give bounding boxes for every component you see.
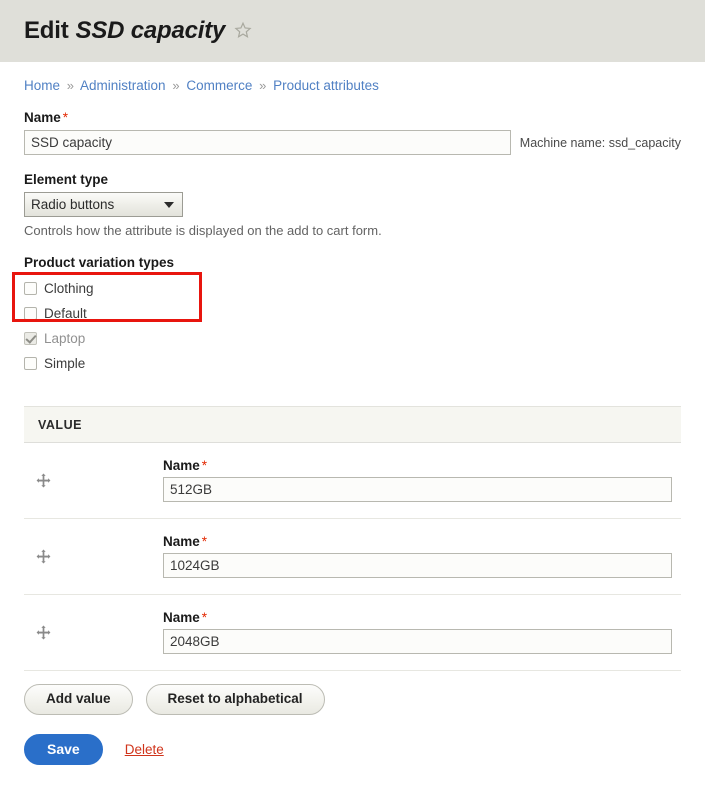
save-button[interactable]: Save xyxy=(24,733,103,766)
value-field: Name * xyxy=(163,458,681,502)
value-table: VALUE Name* Name* xyxy=(24,406,681,671)
name-field-label: Name * xyxy=(24,110,69,125)
edit-attribute-form: Name* Machine name: ssd_capacity Element… xyxy=(0,110,705,376)
page-title-prefix: Edit xyxy=(24,17,69,44)
page-title-entity: SSD capacity xyxy=(75,17,226,44)
checkbox-clothing[interactable] xyxy=(24,282,37,295)
breadcrumb-link-product-attributes[interactable]: Product attributes xyxy=(273,78,379,93)
element-type-help-text: Controls how the attribute is displayed … xyxy=(24,223,382,238)
breadcrumb-separator: » xyxy=(259,78,267,93)
checkbox-label-laptop: Laptop xyxy=(44,331,86,346)
product-variation-types-list: Clothing Default Laptop Simple xyxy=(24,276,681,376)
checkbox-row-default[interactable]: Default xyxy=(24,301,681,326)
checkbox-row-laptop: Laptop xyxy=(24,326,681,351)
required-marker: * xyxy=(201,458,208,473)
name-input[interactable] xyxy=(24,130,511,155)
checkbox-simple[interactable] xyxy=(24,357,37,370)
page-title: Edit SSD capacity xyxy=(24,17,252,45)
checkbox-label-clothing: Clothing xyxy=(44,281,94,296)
drag-cell xyxy=(24,548,163,564)
delete-link[interactable]: Delete xyxy=(125,742,164,757)
element-type-label: Element type xyxy=(24,172,109,187)
drag-cell xyxy=(24,472,163,488)
breadcrumb-link-administration[interactable]: Administration xyxy=(80,78,166,93)
product-variation-types-label: Product variation types xyxy=(24,255,175,270)
element-type-select-wrapper: Radio buttons xyxy=(24,192,183,217)
add-value-button[interactable]: Add value xyxy=(24,684,133,715)
form-footer: Save Delete xyxy=(24,733,705,766)
checkbox-label-simple: Simple xyxy=(44,356,86,371)
checkbox-laptop xyxy=(24,332,37,345)
move-cross-icon[interactable] xyxy=(36,548,51,564)
breadcrumb-separator: » xyxy=(66,78,75,93)
value-name-label: Name * xyxy=(163,534,208,549)
value-field: Name * xyxy=(163,610,681,654)
name-field-row: Machine name: ssd_capacity xyxy=(24,130,681,155)
checkbox-label-default: Default xyxy=(44,306,87,321)
value-name-label: Name * xyxy=(163,458,208,473)
breadcrumb-link-home[interactable]: Home xyxy=(24,78,60,93)
required-marker: * xyxy=(201,610,208,625)
value-field: Name * xyxy=(163,534,681,578)
value-name-input[interactable] xyxy=(163,629,672,654)
required-marker: * xyxy=(62,110,69,125)
table-row: Name * xyxy=(24,595,681,671)
reset-to-alphabetical-button[interactable]: Reset to alphabetical xyxy=(145,684,325,715)
breadcrumb-separator: » xyxy=(172,78,180,93)
table-row: Name * xyxy=(24,519,681,595)
value-column-header: VALUE xyxy=(38,417,82,432)
breadcrumb: Home » Administration » Commerce » Produ… xyxy=(0,62,705,93)
table-row: Name * xyxy=(24,443,681,519)
drag-cell xyxy=(24,624,163,640)
value-name-label: Name * xyxy=(163,610,208,625)
machine-name-text: Machine name: ssd_capacity xyxy=(519,135,681,150)
value-name-input[interactable] xyxy=(163,553,672,578)
page-header: Edit SSD capacity xyxy=(0,0,705,62)
checkbox-row-clothing[interactable]: Clothing xyxy=(24,276,681,301)
value-name-input[interactable] xyxy=(163,477,672,502)
checkbox-default[interactable] xyxy=(24,307,37,320)
value-table-actions: Add value Reset to alphabetical xyxy=(24,684,705,715)
breadcrumb-link-commerce[interactable]: Commerce xyxy=(186,78,252,93)
move-cross-icon[interactable] xyxy=(36,624,51,640)
element-type-select[interactable]: Radio buttons xyxy=(24,192,183,217)
required-marker: * xyxy=(201,534,208,549)
value-table-header: VALUE xyxy=(24,407,681,443)
checkbox-row-simple[interactable]: Simple xyxy=(24,351,681,376)
star-outline-icon[interactable] xyxy=(234,20,252,44)
move-cross-icon[interactable] xyxy=(36,472,51,488)
